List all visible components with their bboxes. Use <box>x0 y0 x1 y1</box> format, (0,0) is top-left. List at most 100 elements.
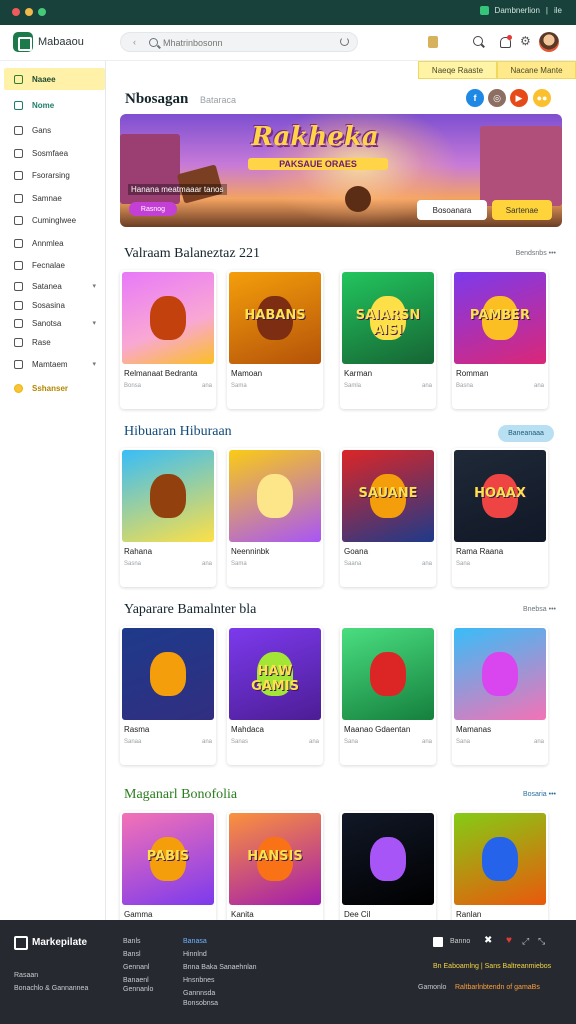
expand-icon[interactable]: ⤡ <box>538 936 548 946</box>
maximize-window-button[interactable] <box>38 8 46 16</box>
game-card[interactable]: SAUANE Goana Saana ana <box>340 448 436 587</box>
gear-icon[interactable]: ⚙ <box>520 34 534 48</box>
sidebar-item[interactable]: Rase <box>4 331 105 353</box>
game-card[interactable]: Dee Cil <box>340 811 436 920</box>
facebook-icon[interactable]: f <box>466 89 484 107</box>
game-title[interactable]: Rasma <box>124 725 149 734</box>
game-card[interactable]: SAIARSN AISI Karman Samla ana <box>340 270 436 409</box>
footer-col2-link[interactable]: Hinnlnd <box>183 951 207 958</box>
game-card[interactable]: Rahana Sasna ana <box>120 448 216 587</box>
footer-col2-link[interactable]: Bnna Baka Sanaehnlan <box>183 964 257 971</box>
game-title[interactable]: Neenninbk <box>231 547 269 556</box>
game-thumbnail[interactable] <box>122 272 214 364</box>
sidebar-item[interactable]: Naaee <box>4 68 105 90</box>
game-card[interactable]: Ranlan <box>452 811 548 920</box>
section-see-all-link[interactable]: Bnebsa ••• <box>523 606 556 613</box>
game-thumbnail[interactable]: HABANS <box>229 272 321 364</box>
hero-banner[interactable]: Rakheka PAKSAUE ORAES Hanana meatmaaar t… <box>120 114 562 227</box>
sidebar-item[interactable]: Sosmfaea <box>4 142 105 164</box>
search-scope-icon[interactable]: ‹ <box>133 37 136 47</box>
search-bar[interactable]: ‹ <box>120 32 358 52</box>
camera-icon[interactable]: ◎ <box>488 89 506 107</box>
game-title[interactable]: Gamma <box>124 910 152 919</box>
close-social-icon[interactable]: ✖ <box>484 935 494 946</box>
youtube-icon[interactable]: ▶ <box>510 89 528 107</box>
heart-icon[interactable]: ♥ <box>506 935 516 946</box>
app-logo-icon[interactable] <box>13 32 33 52</box>
chevron-down-icon[interactable]: ▾ <box>92 282 96 290</box>
footer-col2-link[interactable]: Gannnsda <box>183 990 215 997</box>
game-title[interactable]: Mahdaca <box>231 725 264 734</box>
titlebar-account[interactable]: Dambnerlion <box>495 6 540 15</box>
game-title[interactable]: Maanao Gdaentan <box>344 725 410 734</box>
section-see-all-link[interactable]: Bosaria ••• <box>523 791 556 798</box>
game-thumbnail[interactable] <box>122 450 214 542</box>
game-thumbnail[interactable]: HANSIS <box>229 813 321 905</box>
sidebar-item[interactable]: Fecnalae <box>4 254 105 276</box>
game-card[interactable]: HABANS Mamoan Sama <box>227 270 323 409</box>
chat-icon[interactable]: ●● <box>533 89 551 107</box>
game-card[interactable]: Rasma Sanaa ana <box>120 626 216 765</box>
game-card[interactable]: PABIS Gamma <box>120 811 216 920</box>
footer-col2-link[interactable]: Bonsobnsa <box>183 1000 218 1007</box>
section-see-all-link[interactable]: Baneanaaa <box>498 425 554 442</box>
game-card[interactable]: Relmanaat Bedranta Bonsa ana <box>120 270 216 409</box>
game-title[interactable]: Mamanas <box>456 725 491 734</box>
sidebar-item[interactable]: Fsorarsing <box>4 164 105 186</box>
game-title[interactable]: Rahana <box>124 547 152 556</box>
game-thumbnail[interactable]: SAUANE <box>342 450 434 542</box>
game-thumbnail[interactable] <box>229 450 321 542</box>
notification-bell-icon[interactable] <box>498 35 512 49</box>
game-title[interactable]: Mamoan <box>231 369 262 378</box>
footer-left-line-2[interactable]: Bonachlo & Gannannea <box>14 985 88 992</box>
game-title[interactable]: Dee Cil <box>344 910 370 919</box>
game-thumbnail[interactable]: PABIS <box>122 813 214 905</box>
game-title[interactable]: Ranlan <box>456 910 481 919</box>
header-search-icon[interactable] <box>472 35 486 49</box>
hero-secondary-button[interactable]: Sartenae <box>492 200 552 220</box>
game-thumbnail[interactable] <box>454 813 546 905</box>
sidebar-item[interactable]: Cuminglwee <box>4 209 105 231</box>
game-thumbnail[interactable]: PAMBER <box>454 272 546 364</box>
hero-chip[interactable]: Rasnog <box>129 202 177 216</box>
footer-right-bottom-value[interactable]: Raltbarlnbtendn of gamaBs <box>455 984 540 991</box>
app-title[interactable]: Mabaaou <box>38 36 84 48</box>
tab-secondary[interactable]: Nacane Mante <box>497 61 576 79</box>
game-title[interactable]: Kanita <box>231 910 254 919</box>
game-thumbnail[interactable] <box>342 628 434 720</box>
sidebar-item[interactable]: Samnae <box>4 187 105 209</box>
chevron-down-icon[interactable]: ▾ <box>92 360 96 368</box>
game-card[interactable]: Neenninbk Sama <box>227 448 323 587</box>
shopping-bag-icon[interactable] <box>428 36 438 48</box>
footer-col1-link[interactable]: Banaenl <box>123 977 149 984</box>
game-card[interactable]: HANSIS Kanita <box>227 811 323 920</box>
game-title[interactable]: Romman <box>456 369 488 378</box>
footer-col1-link[interactable]: Gennanlo <box>123 986 153 993</box>
game-title[interactable]: Relmanaat Bedranta <box>124 369 197 378</box>
game-card[interactable]: HOAAX Rama Raana Sana <box>452 448 548 587</box>
footer-col2-link[interactable]: Hnsnbnes <box>183 977 215 984</box>
refresh-icon[interactable] <box>340 37 349 46</box>
titlebar-extra[interactable]: ile <box>554 6 562 15</box>
game-card[interactable]: HAW GAMIS Mahdaca Sanas ana <box>227 626 323 765</box>
minimize-window-button[interactable] <box>25 8 33 16</box>
hero-primary-button[interactable]: Bosoanara <box>417 200 487 220</box>
extension-icon[interactable] <box>479 6 489 15</box>
sidebar-item[interactable]: Gans <box>4 119 105 141</box>
search-input[interactable] <box>163 36 333 50</box>
close-window-button[interactable] <box>12 8 20 16</box>
game-title[interactable]: Goana <box>344 547 368 556</box>
game-thumbnail[interactable] <box>454 628 546 720</box>
game-thumbnail[interactable]: SAIARSN AISI <box>342 272 434 364</box>
game-thumbnail[interactable]: HOAAX <box>454 450 546 542</box>
sidebar-item[interactable]: Mamtaem ▾ <box>4 353 105 375</box>
footer-col1-link[interactable]: Bansl <box>123 951 141 958</box>
footer-col1-link[interactable]: Gennanl <box>123 964 149 971</box>
game-card[interactable]: Maanao Gdaentan Sana ana <box>340 626 436 765</box>
game-thumbnail[interactable] <box>122 628 214 720</box>
footer-social-icon[interactable] <box>433 937 443 947</box>
sidebar-item[interactable]: Nome <box>4 94 105 116</box>
footer-col2-link[interactable]: Banasa <box>183 938 207 945</box>
game-title[interactable]: Karman <box>344 369 372 378</box>
game-title[interactable]: Rama Raana <box>456 547 503 556</box>
